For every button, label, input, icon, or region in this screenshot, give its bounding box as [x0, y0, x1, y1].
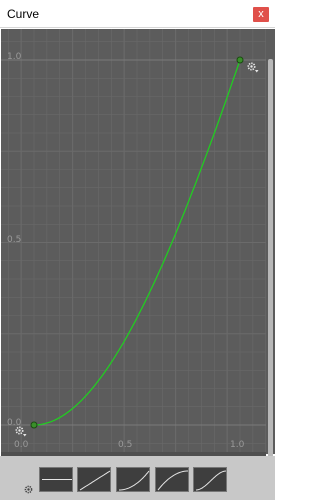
- gear-icon[interactable]: [24, 481, 33, 494]
- preset-curve-line: [195, 470, 227, 491]
- key-menu-end-icon[interactable]: [247, 62, 259, 74]
- x-tick-label-mid: 0.5: [118, 440, 133, 450]
- key-point-end[interactable]: [236, 56, 244, 64]
- preset-linear-curve: [79, 470, 111, 491]
- x-tick-label-end: 1.0: [230, 440, 245, 450]
- close-button[interactable]: x: [253, 7, 269, 22]
- preset-ease-out-curve: [157, 470, 188, 491]
- title-bar: Curve x: [0, 0, 275, 28]
- y-tick-label-top: 1.0: [7, 52, 22, 62]
- vertical-scrollbar[interactable]: [266, 29, 275, 475]
- preset-curve-line: [119, 470, 150, 491]
- curve-graph[interactable]: 1.0 0.5 0.0 0.0 0.5 1.0: [1, 29, 266, 454]
- preset-constant-button[interactable]: [39, 467, 73, 492]
- vertical-scrollbar-thumb[interactable]: [268, 59, 273, 475]
- preset-ease-in-curve: [119, 470, 150, 491]
- preset-linear-button[interactable]: [77, 467, 111, 492]
- preset-ease-in-out-curve: [195, 470, 227, 491]
- preset-ease-in-out-button[interactable]: [193, 467, 227, 492]
- preset-constant-curve: [42, 479, 72, 480]
- grid: [1, 29, 266, 454]
- y-tick-label-mid: 0.5: [7, 235, 22, 245]
- curve-canvas[interactable]: [1, 29, 266, 454]
- key-point-start[interactable]: [30, 421, 38, 429]
- preset-curve-line: [157, 470, 188, 491]
- preset-ease-in-button[interactable]: [116, 467, 150, 492]
- key-menu-start-icon[interactable]: [15, 426, 27, 438]
- x-tick-label-start: 0.0: [14, 440, 29, 450]
- preset-curve-line: [79, 470, 111, 491]
- window-title: Curve: [7, 7, 40, 21]
- preset-ease-out-button[interactable]: [155, 467, 189, 492]
